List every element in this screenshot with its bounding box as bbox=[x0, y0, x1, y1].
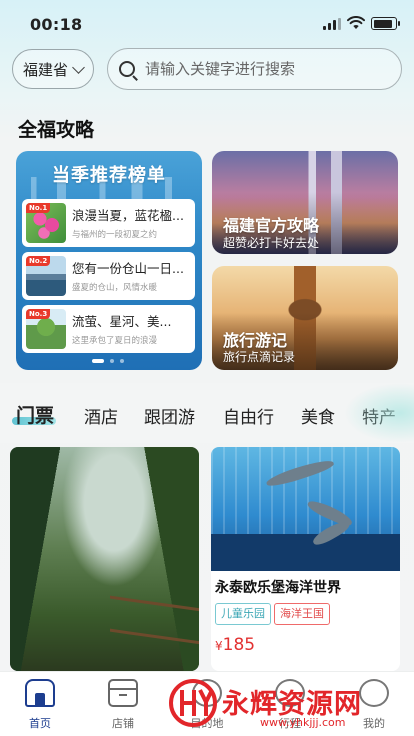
tab-hotels[interactable]: 酒店 bbox=[84, 403, 118, 428]
nav-label: 目的地 bbox=[190, 717, 224, 730]
dolphin-illustration bbox=[310, 517, 352, 549]
travel-notes-subtitle: 旅行点滴记录 bbox=[223, 350, 296, 364]
official-guide-subtitle: 超赞必打卡好去处 bbox=[223, 236, 320, 250]
tab-food[interactable]: 美食 bbox=[301, 403, 335, 428]
ranking-item[interactable]: No.1 浪漫当夏，蓝花楹... 与福州的一段初夏之约 bbox=[22, 199, 195, 247]
status-time: 00:18 bbox=[30, 15, 83, 34]
ranking-thumbnail: No.2 bbox=[26, 256, 66, 296]
province-select[interactable]: 福建省 bbox=[12, 49, 94, 89]
tab-group-tours[interactable]: 跟团游 bbox=[144, 403, 195, 428]
tabs-scroll-fade bbox=[344, 383, 414, 443]
dolphin-illustration bbox=[264, 456, 336, 490]
home-icon bbox=[25, 679, 55, 707]
product-card[interactable] bbox=[10, 447, 199, 671]
nav-itinerary[interactable]: 行程 bbox=[260, 672, 320, 736]
ranking-thumbnail: No.1 bbox=[26, 203, 66, 243]
nav-label: 我的 bbox=[363, 717, 385, 730]
carousel-dot-active[interactable] bbox=[92, 359, 104, 363]
product-image bbox=[10, 447, 199, 671]
walkway-illustration bbox=[110, 595, 199, 645]
nav-label: 首页 bbox=[29, 717, 51, 730]
tab-tickets[interactable]: 门票 bbox=[16, 401, 54, 428]
rank-badge: No.2 bbox=[26, 256, 51, 266]
product-tag: 海洋王国 bbox=[274, 603, 330, 625]
ranking-item-subtitle: 盛夏的仓山，风情水暖 bbox=[72, 283, 158, 293]
product-tag: 儿童乐园 bbox=[215, 603, 271, 625]
ranking-thumbnail: No.3 bbox=[26, 309, 66, 349]
province-label: 福建省 bbox=[23, 60, 69, 79]
product-name: 永泰欧乐堡海洋世界 bbox=[215, 580, 341, 596]
nav-shop[interactable]: 店铺 bbox=[93, 672, 153, 736]
product-card[interactable]: 永泰欧乐堡海洋世界 儿童乐园 海洋王国 ¥185 bbox=[211, 447, 400, 671]
nav-home[interactable]: 首页 bbox=[10, 672, 70, 736]
rank-badge: No.1 bbox=[26, 203, 51, 213]
seasonal-ranking-card[interactable]: 当季推荐榜单 No.1 浪漫当夏，蓝花楹... 与福州的一段初夏之约 No.2 … bbox=[16, 151, 202, 370]
product-price: ¥185 bbox=[215, 635, 255, 655]
battery-icon bbox=[371, 17, 400, 30]
official-guide-card[interactable]: 福建官方攻略 超赞必打卡好去处 bbox=[212, 151, 398, 254]
carousel-dot[interactable] bbox=[120, 359, 124, 363]
ranking-item-title: 流萤、星河、美... bbox=[72, 314, 172, 329]
travel-notes-card[interactable]: 旅行游记 旅行点滴记录 bbox=[212, 266, 398, 370]
price-symbol: ¥ bbox=[215, 639, 223, 653]
official-guide-title: 福建官方攻略 bbox=[223, 216, 320, 235]
tab-independent-travel[interactable]: 自由行 bbox=[223, 403, 274, 428]
wifi-icon bbox=[347, 16, 365, 29]
category-tabs: 门票 酒店 跟团游 自由行 美食 特产 bbox=[0, 383, 414, 443]
ranking-title: 当季推荐榜单 bbox=[52, 165, 166, 186]
ranking-item-subtitle: 与福州的一段初夏之约 bbox=[72, 230, 158, 240]
section-title: 全福攻略 bbox=[18, 119, 95, 141]
product-image bbox=[211, 447, 400, 571]
nav-label: 行程 bbox=[279, 717, 301, 730]
bottom-nav: 首页 店铺 目的地 行程 我的 bbox=[0, 671, 414, 736]
ranking-item-title: 浪漫当夏，蓝花楹... bbox=[72, 208, 184, 223]
shop-icon bbox=[108, 679, 138, 707]
rank-badge: No.3 bbox=[26, 309, 51, 319]
search-box[interactable] bbox=[107, 48, 402, 90]
location-icon bbox=[192, 679, 222, 707]
nav-label: 店铺 bbox=[112, 717, 134, 730]
nav-profile[interactable]: 我的 bbox=[344, 672, 404, 736]
ranking-item[interactable]: No.2 您有一份仓山一日... 盛夏的仓山，风情水暖 bbox=[22, 252, 195, 300]
search-input[interactable] bbox=[145, 57, 395, 81]
ranking-item-title: 您有一份仓山一日... bbox=[72, 261, 184, 276]
itinerary-icon bbox=[275, 679, 305, 707]
nav-destination[interactable]: 目的地 bbox=[177, 672, 237, 736]
search-icon bbox=[119, 61, 135, 77]
price-value: 185 bbox=[222, 635, 256, 655]
ranking-item[interactable]: No.3 流萤、星河、美... 这里承包了夏日的浪漫 bbox=[22, 305, 195, 353]
chevron-down-icon bbox=[72, 61, 85, 74]
carousel-dot[interactable] bbox=[110, 359, 114, 363]
ranking-item-subtitle: 这里承包了夏日的浪漫 bbox=[72, 336, 158, 346]
cellular-signal-icon bbox=[323, 18, 342, 30]
battery-level bbox=[373, 19, 392, 28]
status-bar: 00:18 bbox=[0, 0, 414, 44]
profile-icon bbox=[359, 679, 389, 707]
